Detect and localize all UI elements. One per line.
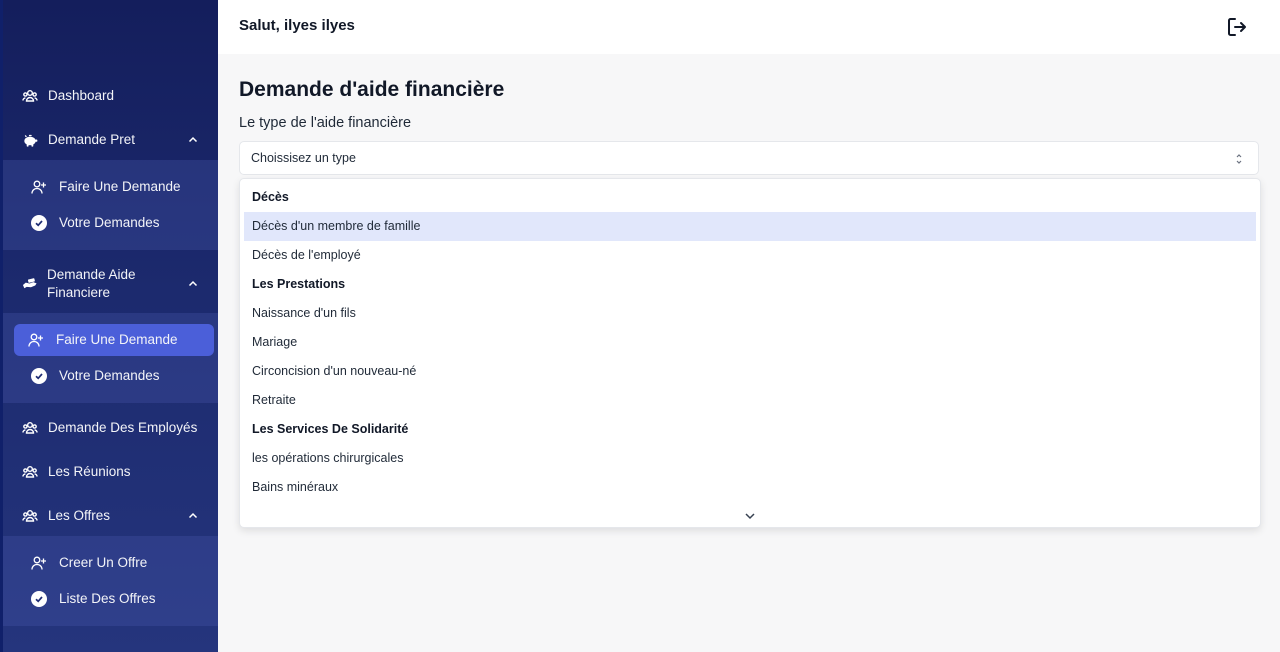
chevron-up-icon <box>188 136 198 143</box>
sidebar-item-label: Demande Des Employés <box>48 420 198 435</box>
submenu-item-faire-une-demande[interactable]: Faire Une Demande <box>17 171 217 203</box>
user-plus-icon <box>31 179 47 195</box>
chevron-up-icon <box>188 280 198 287</box>
dropdown-option[interactable]: Retraite <box>244 386 1256 415</box>
select-value: Choissisez un type <box>251 151 356 165</box>
submenu-item-votre-demandes[interactable]: Votre Demandes <box>17 360 217 392</box>
sidebar: Dashboard Demande Pret Faire Une Demande… <box>0 0 218 652</box>
submenu-item-liste-des-offres[interactable]: Liste Des Offres <box>17 583 217 615</box>
dropdown-option[interactable]: Mariage <box>244 328 1256 357</box>
user-plus-icon <box>31 555 47 571</box>
sidebar-item-demande-pret[interactable]: Demande Pret <box>0 130 218 150</box>
submenu-demande-pret: Faire Une Demande Votre Demandes <box>3 160 218 250</box>
submenu-item-label: Faire Une Demande <box>59 179 181 194</box>
option-group-header: Décès <box>252 190 289 204</box>
chevron-up-icon <box>188 512 198 519</box>
page-title: Demande d'aide financière <box>239 78 505 101</box>
submenu-item-label: Creer Un Offre <box>59 555 148 570</box>
dropdown-option[interactable]: Circoncision d'un nouveau-né <box>244 357 1256 386</box>
sidebar-item-demande-des-employes[interactable]: Demande Des Employés <box>0 418 218 438</box>
sidebar-item-label: Les Offres <box>48 508 111 523</box>
option-group-header: Les Prestations <box>252 277 346 291</box>
user-plus-icon <box>28 332 44 348</box>
sidebar-item-label: Dashboard <box>48 88 115 103</box>
sidebar-item-label: Demande Pret <box>48 132 136 147</box>
submenu-item-creer-un-offre[interactable]: Creer Un Offre <box>17 547 217 579</box>
piggy-bank-icon <box>22 132 38 148</box>
sidebar-item-label: Les Réunions <box>48 464 131 479</box>
users-icon <box>22 420 38 436</box>
option-group-header: Les Services De Solidarité <box>252 422 409 436</box>
users-icon <box>22 464 38 480</box>
sidebar-item-les-reunions[interactable]: Les Réunions <box>0 462 218 482</box>
hand-money-icon <box>22 276 38 292</box>
submenu-item-label: Votre Demandes <box>59 215 160 230</box>
submenu-item-label: Faire Une Demande <box>56 332 178 347</box>
submenu-item-label: Votre Demandes <box>59 368 160 383</box>
type-dropdown-list: Décès Décès d'un membre de famille Décès… <box>239 178 1261 528</box>
dropdown-option[interactable]: les opérations chirurgicales <box>244 444 1256 473</box>
dropdown-option[interactable]: Décès de l'employé <box>244 241 1256 270</box>
submenu-les-offres: Creer Un Offre Liste Des Offres <box>3 536 218 626</box>
submenu-item-label: Liste Des Offres <box>59 591 156 606</box>
check-circle-icon <box>31 591 47 607</box>
sidebar-item-les-offres[interactable]: Les Offres <box>0 506 218 526</box>
users-icon <box>22 88 38 104</box>
top-header: Salut, ilyes ilyes <box>218 0 1280 54</box>
greeting: Salut, ilyes ilyes <box>239 17 355 34</box>
sidebar-item-demande-aide-financiere[interactable]: Demande Aide Financiere <box>0 265 218 303</box>
type-label: Le type de l'aide financière <box>239 115 412 131</box>
check-circle-icon <box>31 368 47 384</box>
logout-icon[interactable] <box>1226 16 1248 38</box>
submenu-item-faire-une-demande-active[interactable]: Faire Une Demande <box>14 324 214 356</box>
type-select[interactable]: Choissisez un type <box>239 141 1259 175</box>
submenu-item-votre-demandes[interactable]: Votre Demandes <box>17 207 217 239</box>
dropdown-option[interactable]: Décès d'un membre de famille <box>244 212 1256 241</box>
dropdown-option[interactable]: Naissance d'un fils <box>244 299 1256 328</box>
sidebar-item-label: Demande Aide Financiere <box>47 267 136 300</box>
select-arrows-icon <box>1236 154 1242 164</box>
check-circle-icon <box>31 215 47 231</box>
submenu-demande-aide: Faire Une Demande Votre Demandes <box>3 313 218 403</box>
scroll-down-chevron-icon[interactable] <box>744 511 756 521</box>
dropdown-option[interactable]: Bains minéraux <box>244 473 1256 502</box>
sidebar-item-dashboard[interactable]: Dashboard <box>0 86 218 106</box>
users-icon <box>22 508 38 524</box>
